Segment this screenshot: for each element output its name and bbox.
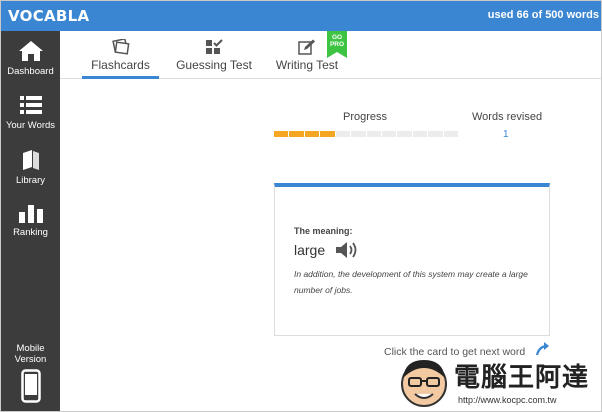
sidebar-item-label: Ranking (13, 227, 48, 238)
flashcards-icon (111, 39, 129, 55)
watermark: 電腦王阿達 http://www.kocpc.com.tw (395, 354, 600, 410)
list-icon (19, 96, 42, 114)
progress-bar (274, 131, 459, 137)
example-sentence: In addition, the development of this sys… (294, 269, 528, 295)
word-text: large (294, 242, 326, 258)
sidebar-item-your-words[interactable]: Your Words (1, 94, 60, 131)
flashcard[interactable]: The meaning: large In addition, the deve… (274, 183, 550, 336)
tab-bar: Flashcards Guessing Test Writing Test GO… (60, 31, 601, 79)
progress-segment (397, 131, 412, 137)
books-icon (22, 150, 39, 170)
sidebar-item-label: Library (15, 175, 46, 186)
pencil-icon (298, 39, 315, 55)
progress-segment (335, 131, 351, 137)
progress-segment (443, 131, 459, 137)
progress-segment (351, 131, 366, 137)
progress-segment (428, 131, 443, 137)
words-revised-label: Words revised (472, 111, 543, 123)
progress-segment (304, 131, 320, 137)
progress-segment (412, 131, 428, 137)
sidebar-item-mobile-version[interactable]: Mobile Version (1, 343, 60, 407)
sidebar: Dashboard Your Words Library Ranking Mob… (1, 31, 60, 411)
progress-label: Progress (343, 111, 388, 123)
sidebar-item-dashboard[interactable]: Dashboard (1, 40, 60, 77)
watermark-url: http://www.kocpc.com.tw (458, 395, 557, 405)
speaker-icon[interactable] (335, 240, 361, 260)
tab-label: Guessing Test (176, 58, 252, 72)
app-logo[interactable]: VOCABLA (8, 7, 89, 25)
progress-segment (274, 131, 289, 137)
home-icon (18, 41, 43, 61)
word-usage-counter: used 66 of 500 words (487, 9, 599, 21)
sidebar-item-label: Dashboard (7, 66, 54, 77)
tab-guessing-test[interactable]: Guessing Test (174, 31, 254, 79)
tab-flashcards[interactable]: Flashcards (82, 31, 159, 79)
progress-segment (366, 131, 381, 137)
tab-label: Writing Test (275, 58, 339, 72)
mascot-logo (401, 360, 447, 407)
meaning-label: The meaning: (294, 226, 353, 236)
bar-chart-icon (18, 205, 43, 223)
mobile-phone-icon (20, 369, 41, 403)
progress-segment (289, 131, 304, 137)
watermark-title: 電腦王阿達 (454, 363, 590, 393)
words-revised-count: 1 (503, 129, 509, 140)
sidebar-item-ranking[interactable]: Ranking (1, 203, 60, 238)
sidebar-item-label: Your Words (5, 120, 56, 131)
tab-label: Flashcards (91, 58, 150, 72)
mobile-label-line2: Version (14, 354, 47, 365)
go-pro-line2: PRO (329, 41, 345, 48)
top-bar: VOCABLA used 66 of 500 words (1, 1, 601, 31)
grid-check-icon (206, 39, 223, 54)
progress-segment (381, 131, 397, 137)
go-pro-line1: GO (331, 34, 343, 41)
mobile-label-line1: Mobile (16, 343, 45, 354)
progress-segment (320, 131, 335, 137)
sidebar-item-library[interactable]: Library (1, 149, 60, 186)
